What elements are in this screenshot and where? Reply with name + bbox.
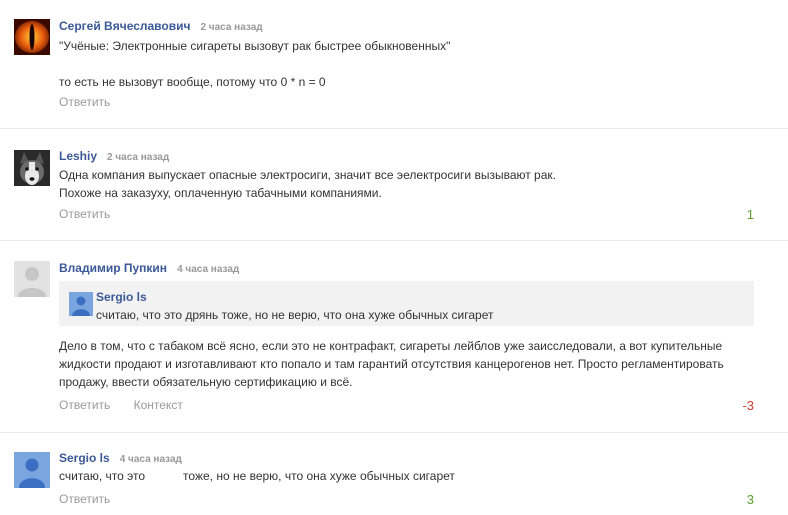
avatar[interactable] [14,452,50,488]
comment-time: 2 часа назад [200,22,263,33]
avatar[interactable] [14,150,50,186]
comment-time: 4 часа назад [119,454,182,465]
reply-button[interactable]: Ответить [59,95,110,109]
comment-line: "Учёные: Электронные сигареты вызовут ра… [59,39,451,53]
comment-line: Похоже на заказуху, оплаченную табачными… [59,186,382,200]
quote-author[interactable]: Sergio ls [96,290,147,304]
comment-actions: Ответить Контекст [59,398,199,412]
comment-actions: Ответить [59,492,126,506]
comment-line: продажу, ввести обязательную сертификаци… [59,375,353,389]
comment-actions: Ответить [59,95,126,109]
comment-line: жидкости продают и изготавливают кто поп… [59,357,724,371]
eye-of-sauron-avatar-icon [14,19,50,55]
quote-avatar [69,292,93,316]
comment-score: -3 [742,398,754,413]
reply-button[interactable]: Ответить [59,492,110,506]
comment-author[interactable]: Sergio ls 4 часа назад [59,451,182,465]
comment-line: Одна компания выпускает опасные электрос… [59,168,556,182]
user-avatar-icon [69,292,93,316]
user-avatar-icon [14,452,50,488]
quoted-comment: Sergio ls считаю, что это дрянь тоже, но… [59,281,754,326]
context-link[interactable]: Контекст [134,398,183,412]
divider [0,240,788,241]
comment-line: Дело в том, что с табаком всё ясно, если… [59,339,723,353]
divider [0,128,788,129]
comment-text: Одна компания выпускает опасные электрос… [59,166,556,202]
reply-button[interactable]: Ответить [59,398,110,412]
comment-author[interactable]: Владимир Пупкин 4 часа назад [59,261,239,275]
divider [0,432,788,433]
avatar[interactable] [14,261,50,297]
comment-text-part: тоже, но не верю, что она хуже обычных с… [183,469,455,483]
quote-text: считаю, что это дрянь тоже, но не верю, … [96,308,494,322]
avatar[interactable] [14,19,50,55]
comment-time: 4 часа назад [177,264,240,275]
redacted-block [145,469,184,484]
reply-button[interactable]: Ответить [59,207,110,221]
comment-actions: Ответить [59,207,126,221]
comment-time: 2 часа назад [107,152,170,163]
default-user-avatar-icon [14,261,50,297]
comment-text: считаю, что это тоже, но не верю, что она… [59,467,455,485]
comment-text: "Учёные: Электронные сигареты вызовут ра… [59,37,450,91]
husky-avatar-icon [14,150,50,186]
comment-author[interactable]: Leshiy 2 часа назад [59,149,169,163]
comment-text: Дело в том, что с табаком всё ясно, если… [59,337,724,391]
comment-line: то есть не вызовут вообще, потому что 0 … [59,75,326,89]
comment-score: 1 [746,207,754,222]
comment-text-part: считаю, что это [59,469,146,483]
comment-score: 3 [746,492,754,507]
comment-author[interactable]: Сергей Вячеславович 2 часа назад [59,19,263,33]
